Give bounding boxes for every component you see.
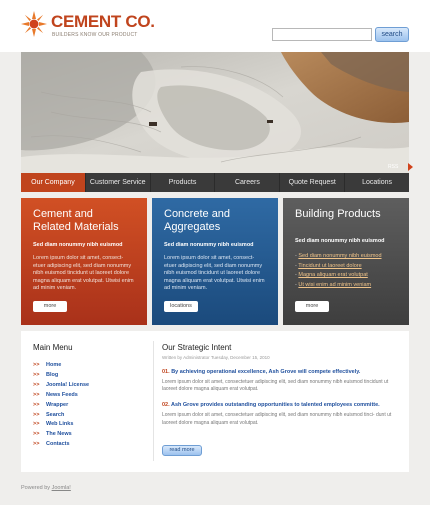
menu-item-search[interactable]: >> Search bbox=[33, 411, 143, 421]
more-button[interactable]: more bbox=[295, 301, 329, 312]
footer: Powered by Joomla! bbox=[21, 485, 71, 491]
header: CEMENT CO. BUILDERS KNOW OUR PRODUCT sea… bbox=[0, 0, 430, 52]
nav-item-locations[interactable]: Locations bbox=[345, 173, 409, 192]
column-title: Cement and Related Materials bbox=[33, 208, 135, 234]
search-input[interactable] bbox=[272, 28, 372, 41]
more-button[interactable]: more bbox=[33, 301, 67, 312]
rss-label[interactable]: RSS bbox=[388, 164, 398, 170]
column-title-line: Concrete and bbox=[164, 208, 231, 220]
footer-text: Powered by bbox=[21, 485, 51, 491]
locations-button[interactable]: locations bbox=[164, 301, 198, 312]
nav-item-our-company[interactable]: Our Company bbox=[21, 173, 86, 192]
main-menu: Main Menu >> Home >> Blog >> Joomla! Licens… bbox=[33, 343, 143, 450]
menu-item-the-news[interactable]: >> The News bbox=[33, 430, 143, 440]
menu-item-wrapper[interactable]: >> Wrapper bbox=[33, 401, 143, 411]
article-paragraph: Lorem ipsum dolor sit amet, consectetuer… bbox=[162, 379, 389, 393]
product-link-list: - Sed diam nonummy nibh euismod - Tincid… bbox=[295, 252, 397, 290]
menu-item-home[interactable]: >> Home bbox=[33, 361, 143, 371]
list-item[interactable]: - Ut wisi enim ad minim veniam bbox=[295, 281, 397, 291]
menu-item-blog[interactable]: >> Blog bbox=[33, 371, 143, 381]
column-subtitle: Sed diam nonummy nibh euismod bbox=[164, 242, 254, 248]
column-subtitle: Sed diam nonummy nibh euismod bbox=[33, 242, 123, 248]
menu-item-web-links[interactable]: >> Web Links bbox=[33, 420, 143, 430]
nav-item-customer-service[interactable]: Customer Service bbox=[86, 173, 151, 192]
menu-item-contacts[interactable]: >> Contacts bbox=[33, 440, 143, 450]
article-heading: 01. By achieving operational excellence,… bbox=[162, 369, 361, 375]
double-arrow-icon: >> bbox=[33, 381, 40, 388]
article-meta: Written by Administrator Tuesday, Decemb… bbox=[162, 355, 270, 360]
column-title-line: Aggregates bbox=[164, 221, 221, 233]
sunburst-logo-icon bbox=[21, 11, 47, 37]
menu-title: Main Menu bbox=[33, 343, 73, 352]
logo-tagline: BUILDERS KNOW OUR PRODUCT bbox=[52, 32, 138, 38]
nav-item-careers[interactable]: Careers bbox=[215, 173, 281, 192]
menu-item-news-feeds[interactable]: >> News Feeds bbox=[33, 391, 143, 401]
list-item[interactable]: - Sed diam nonummy nibh euismod bbox=[295, 252, 397, 262]
double-arrow-icon: >> bbox=[33, 431, 40, 438]
column-title: Building Products bbox=[295, 208, 381, 220]
column-title: Concrete and Aggregates bbox=[164, 208, 266, 234]
article-paragraph: Lorem ipsum dolor sit amet, consectetuer… bbox=[162, 412, 392, 426]
footer-joomla-link[interactable]: Joomla! bbox=[52, 485, 71, 491]
double-arrow-icon: >> bbox=[33, 401, 40, 408]
read-more-button[interactable]: read more bbox=[162, 445, 202, 456]
nav-item-quote-request[interactable]: Quote Request bbox=[280, 173, 346, 192]
hero-image bbox=[21, 52, 409, 173]
column-body: Lorem ipsum dolor sit amet, consect- etu… bbox=[164, 255, 265, 292]
column-title-line: Related Materials bbox=[33, 221, 119, 233]
column-subtitle: Sed diam nonummy nibh euismod bbox=[295, 238, 385, 244]
double-arrow-icon: >> bbox=[33, 371, 40, 378]
article: Our Strategic Intent Written by Administ… bbox=[162, 343, 402, 456]
menu-list: >> Home >> Blog >> Joomla! License >> News F… bbox=[33, 361, 143, 450]
double-arrow-icon: >> bbox=[33, 411, 40, 418]
column-cement: Cement and Related Materials Sed diam no… bbox=[21, 198, 147, 325]
logo-title: CEMENT CO. bbox=[51, 12, 155, 31]
double-arrow-icon: >> bbox=[33, 391, 40, 398]
column-building-products: Building Products Sed diam nonummy nibh … bbox=[283, 198, 409, 325]
quarry-photo bbox=[21, 52, 409, 173]
column-concrete: Concrete and Aggregates Sed diam nonummy… bbox=[152, 198, 278, 325]
feature-columns: Cement and Related Materials Sed diam no… bbox=[21, 198, 409, 325]
main-content: Main Menu >> Home >> Blog >> Joomla! Licens… bbox=[21, 331, 409, 472]
menu-item-license[interactable]: >> Joomla! License bbox=[33, 381, 143, 391]
list-item[interactable]: - Tincidunt ut laoreet dolore bbox=[295, 262, 397, 272]
divider bbox=[153, 341, 154, 461]
column-title-line: Cement and bbox=[33, 208, 93, 220]
search-button[interactable]: search bbox=[375, 27, 409, 42]
column-body: Lorem ipsum dolor sit amet, consect- etu… bbox=[33, 255, 134, 292]
rss-arrow-icon[interactable] bbox=[408, 163, 413, 171]
main-nav: Our Company Customer Service Products Ca… bbox=[21, 173, 409, 192]
article-heading: 02. Ash Grove provides outstanding oppor… bbox=[162, 402, 380, 409]
nav-item-products[interactable]: Products bbox=[151, 173, 216, 192]
double-arrow-icon: >> bbox=[33, 362, 40, 368]
list-item[interactable]: - Magna aliquam erat volutpat bbox=[295, 271, 397, 281]
double-arrow-icon: >> bbox=[33, 441, 40, 448]
double-arrow-icon: >> bbox=[33, 421, 40, 428]
article-title: Our Strategic Intent bbox=[162, 343, 232, 352]
